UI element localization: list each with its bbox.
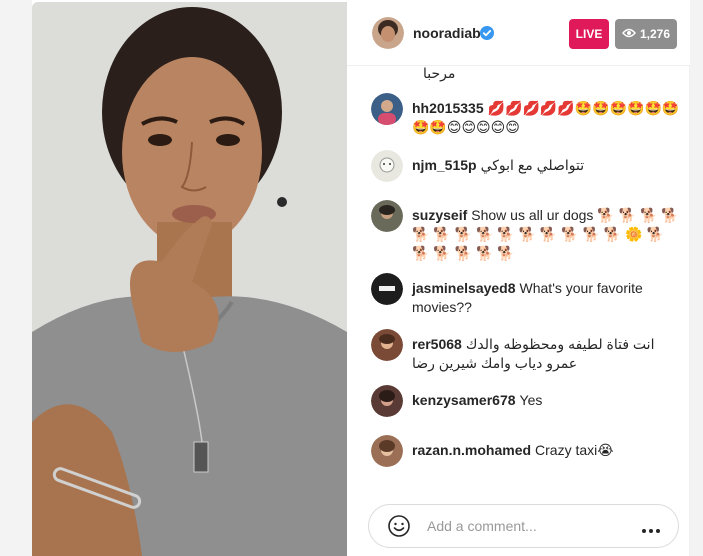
comment-item: njm_515p تتواصلي مع ابوكي (371, 150, 683, 184)
comment-composer (368, 504, 679, 548)
comment-body: Crazy taxi😭 (535, 442, 614, 458)
comment-username[interactable]: rer5068 (412, 336, 462, 352)
live-video-stream[interactable] (32, 2, 347, 556)
commenter-avatar[interactable] (371, 329, 403, 361)
commenter-avatar[interactable] (371, 150, 403, 182)
comment-username[interactable]: jasminelsayed8 (412, 280, 516, 296)
comment-item: razan.n.mohamed Crazy taxi😭 (371, 435, 683, 469)
comment-text: hh2015335 💋💋💋💋💋🤩🤩🤩🤩🤩🤩🤩🤩😊😊😊😊😊 (412, 99, 680, 137)
verified-badge-icon (480, 26, 494, 40)
commenter-avatar[interactable] (371, 385, 403, 417)
viewer-count: 1,276 (639, 27, 671, 41)
live-comments-panel: nooradiab LIVE 1,276 مرحبا hh2015335 💋💋💋… (347, 2, 690, 556)
broadcaster-username[interactable]: nooradiab (413, 25, 481, 41)
comment-input[interactable] (427, 513, 627, 539)
live-header: nooradiab LIVE 1,276 (347, 2, 690, 66)
background-left (0, 0, 32, 556)
comment-list[interactable]: مرحبا hh2015335 💋💋💋💋💋🤩🤩🤩🤩🤩🤩🤩🤩😊😊😊😊😊 njm_51… (347, 67, 690, 497)
commenter-avatar[interactable] (371, 93, 403, 125)
comment-username[interactable]: hh2015335 (412, 100, 484, 116)
commenter-avatar[interactable] (371, 273, 403, 305)
comment-item: jasminelsayed8 What's your favorite movie… (371, 273, 683, 317)
viewer-count-badge: 1,276 (615, 19, 677, 49)
comment-text: njm_515p تتواصلي مع ابوكي (412, 156, 680, 175)
background-right (690, 0, 703, 556)
commenter-avatar[interactable] (371, 200, 403, 232)
comment-body: Yes (519, 392, 543, 408)
comment-username[interactable]: suzyseif (412, 207, 467, 223)
comment-text: razan.n.mohamed Crazy taxi😭 (412, 441, 680, 460)
comment-username[interactable]: kenzysamer678 (412, 392, 516, 408)
comment-item: suzyseif Show us all ur dogs 🐕 🐕 🐕 🐕 🐕 🐕 … (371, 200, 683, 263)
live-label: LIVE (575, 27, 603, 41)
comment-body: تتواصلي مع ابوكي (480, 157, 585, 173)
comment-item: hh2015335 💋💋💋💋💋🤩🤩🤩🤩🤩🤩🤩🤩😊😊😊😊😊 (371, 93, 683, 137)
broadcaster-avatar[interactable] (372, 17, 404, 49)
comment-text: suzyseif Show us all ur dogs 🐕 🐕 🐕 🐕 🐕 🐕 … (412, 206, 680, 263)
eye-icon (622, 27, 636, 41)
comment-username[interactable]: razan.n.mohamed (412, 442, 531, 458)
comment-item: kenzysamer678 Yes (371, 385, 683, 419)
comment-item: rer5068 انت فتاة لطيفه ومحظوظه والدك عمرو… (371, 329, 683, 373)
comment-text: rer5068 انت فتاة لطيفه ومحظوظه والدك عمرو… (412, 335, 680, 373)
comment-text: kenzysamer678 Yes (412, 391, 680, 410)
smiley-icon[interactable] (388, 515, 410, 537)
truncated-comment: مرحبا (423, 67, 456, 81)
broadcaster-video-frame (32, 2, 347, 556)
comment-username[interactable]: njm_515p (412, 157, 477, 173)
ellipsis-icon[interactable] (641, 522, 661, 533)
live-badge: LIVE (569, 19, 609, 49)
comment-text: jasminelsayed8 What's your favorite movie… (412, 279, 680, 317)
commenter-avatar[interactable] (371, 435, 403, 467)
